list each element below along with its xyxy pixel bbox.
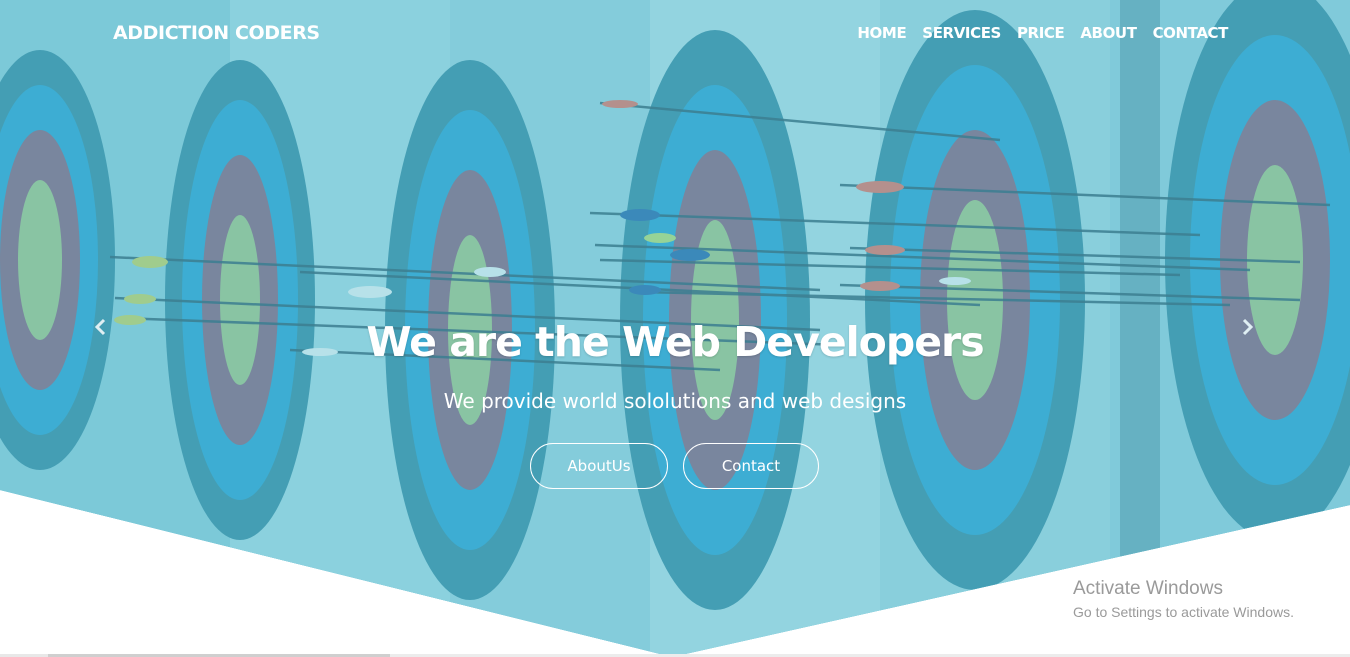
windows-activation-watermark: Activate Windows Go to Settings to activ… (1073, 578, 1294, 620)
nav-item-services[interactable]: SERVICES (922, 24, 1001, 42)
main-nav: HOME SERVICES PRICE ABOUT CONTACT (857, 24, 1228, 42)
nav-item-contact[interactable]: CONTACT (1153, 24, 1229, 42)
about-us-button[interactable]: AboutUs (530, 443, 668, 489)
nav-item-price[interactable]: PRICE (1017, 24, 1065, 42)
nav-item-about[interactable]: ABOUT (1080, 24, 1137, 42)
watermark-subtitle: Go to Settings to activate Windows. (1073, 604, 1294, 620)
hero-headline: We are the Web Developers (366, 318, 984, 366)
brand-logo[interactable]: ADDICTION CODERS (113, 22, 320, 44)
watermark-title: Activate Windows (1073, 578, 1223, 599)
hero-subheadline: We provide world sololutions and web des… (443, 389, 907, 413)
contact-button[interactable]: Contact (683, 443, 819, 489)
nav-item-home[interactable]: HOME (857, 24, 906, 42)
